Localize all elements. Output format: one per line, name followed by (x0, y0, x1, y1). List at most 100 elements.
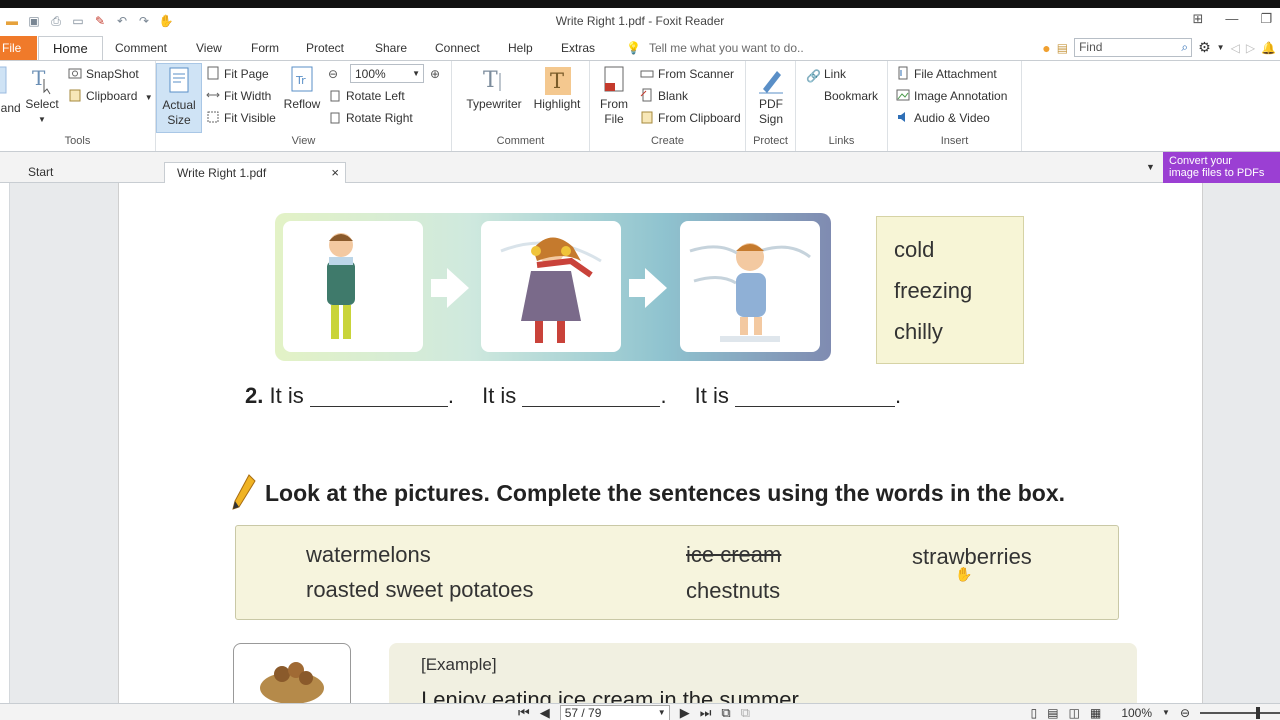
pdf-sign-button[interactable]: PDF Sign (754, 65, 788, 127)
pdf-page[interactable]: cold freezing chilly 2. It is . It is . … (118, 183, 1203, 703)
file-attachment-button[interactable]: File Attachment (896, 65, 997, 83)
example-picture (233, 643, 351, 703)
next-view-icon[interactable]: ⧉ (741, 705, 750, 720)
find-folder-icon[interactable]: ▤ (1057, 41, 1068, 55)
zoom-select[interactable]: 100% ▼ (350, 64, 424, 83)
settings-gear-icon[interactable]: ⚙ (1198, 39, 1211, 56)
shivering-boy-illustration (689, 243, 811, 342)
rotate-left-button[interactable]: Rotate Left (328, 87, 405, 105)
heart-icon[interactable]: ● (1042, 40, 1050, 56)
convert-promo-banner[interactable]: Convert your image files to PDFs (1163, 152, 1280, 184)
from-clipboard-button[interactable]: From Clipboard (640, 109, 741, 127)
next-page-icon[interactable]: ▶ (680, 705, 690, 720)
status-bar: ⏮ ◀ 57 / 79 ▼ ▶ ⏭ ⧉ ⧉ ▯ ▤ ◫ ▦ 100% ▼ ⊖ (0, 703, 1280, 720)
zoom-out-icon: ⊖ (328, 67, 339, 81)
actual-size-button[interactable]: Actual Size (156, 63, 202, 133)
link-button[interactable]: 🔗 Link (806, 65, 846, 83)
zoom-slider-thumb[interactable] (1256, 706, 1260, 719)
camera-icon (68, 68, 82, 79)
zoom-slider[interactable] (1200, 706, 1280, 719)
page-number-field[interactable]: 57 / 79 ▼ (559, 704, 670, 720)
notification-bell-icon[interactable]: 🔔 (1261, 41, 1276, 55)
answer-blank (522, 385, 661, 407)
tab-view[interactable]: View (196, 36, 222, 60)
first-page-icon[interactable]: ⏮ (518, 705, 530, 720)
back-icon[interactable]: ◁ (1231, 41, 1240, 55)
word-item: roasted sweet potatoes (306, 577, 534, 602)
previous-view-icon[interactable]: ⧉ (721, 705, 730, 720)
zoom-out-button[interactable]: ⊖ (328, 65, 338, 83)
tab-protect[interactable]: Protect (306, 36, 344, 60)
continuous-facing-view-icon[interactable]: ▦ (1090, 706, 1101, 720)
clipboard-button[interactable]: Clipboard ▼ (68, 87, 153, 105)
svg-text:T: T (483, 68, 498, 93)
group-label-view: View (291, 135, 316, 147)
fit-page-button[interactable]: Fit Page (206, 65, 269, 83)
tab-comment[interactable]: Comment (115, 36, 167, 60)
ribbon-group-comment: T Typewriter T Highlight Comment (452, 61, 590, 151)
left-nav-rail[interactable] (0, 183, 10, 703)
close-tab-icon[interactable]: × (331, 163, 339, 183)
reflow-button[interactable]: Tr Reflow (282, 65, 322, 112)
zoom-level[interactable]: 100% (1121, 706, 1152, 720)
pencil-icon (232, 474, 256, 510)
chevron-down-icon[interactable]: ▼ (1217, 43, 1225, 52)
clipboard-icon (69, 89, 81, 102)
highlight-button[interactable]: T Highlight (532, 65, 582, 112)
example-sentence: I enjoy eating ice cream in the summer. (421, 687, 804, 703)
zoom-in-button[interactable]: ⊕ (430, 65, 440, 83)
bookmark-button[interactable]: Bookmark (824, 87, 878, 105)
restore-button[interactable]: ❐ (1260, 11, 1272, 27)
continuous-view-icon[interactable]: ▤ (1047, 706, 1058, 720)
tab-form[interactable]: Form (251, 36, 279, 60)
tell-me-search[interactable]: 💡 Tell me what you want to do.. (626, 36, 804, 60)
svg-text:Tr: Tr (295, 74, 306, 87)
zoom-in-icon: ⊕ (430, 67, 441, 81)
snapshot-button[interactable]: SnapShot (68, 65, 139, 83)
image-annotation-button[interactable]: Image Annotation (896, 87, 1007, 105)
lightbulb-icon: 💡 (626, 41, 641, 55)
chevron-down-icon[interactable]: ▼ (1162, 708, 1170, 717)
group-label-insert: Insert (940, 135, 969, 147)
group-label-create: Create (650, 135, 685, 147)
blank-button[interactable]: Blank (640, 87, 688, 105)
select-button[interactable]: T Select ▼ (24, 65, 60, 127)
tab-start[interactable]: Start (20, 162, 164, 183)
file-menu[interactable]: File (0, 36, 37, 60)
chevron-down-icon: ▼ (144, 93, 153, 102)
from-file-button[interactable]: From File (596, 65, 632, 127)
single-page-view-icon[interactable]: ▯ (1031, 706, 1038, 720)
tab-share[interactable]: Share (375, 36, 407, 60)
tab-help[interactable]: Help (508, 36, 533, 60)
tab-extras[interactable]: Extras (561, 36, 595, 60)
facing-view-icon[interactable]: ◫ (1069, 706, 1080, 720)
tab-document[interactable]: Write Right 1.pdf × (164, 162, 346, 183)
tab-list-chevron-icon[interactable]: ▼ (1146, 162, 1155, 172)
search-icon[interactable]: ⌕ (1181, 39, 1188, 56)
forward-icon[interactable]: ▷ (1246, 41, 1255, 55)
from-scanner-button[interactable]: From Scanner (640, 65, 734, 83)
word-item: chilly (894, 319, 943, 344)
last-page-icon[interactable]: ⏭ (700, 705, 712, 720)
layout-icon[interactable]: ⊞ (1192, 11, 1203, 27)
tab-connect[interactable]: Connect (435, 36, 480, 60)
zoom-out-icon[interactable]: ⊖ (1180, 706, 1190, 720)
fit-visible-button[interactable]: Fit Visible (206, 109, 276, 127)
weather-picture-strip (275, 213, 831, 361)
audio-video-button[interactable]: Audio & Video (896, 109, 990, 127)
find-input[interactable]: Find ⌕ (1074, 38, 1193, 57)
minimize-button[interactable]: — (1225, 11, 1238, 27)
fit-width-button[interactable]: Fit Width (206, 87, 271, 105)
picture-boy-scarf (283, 221, 423, 352)
picture-girl-wind (481, 221, 621, 352)
rotate-right-button[interactable]: Rotate Right (328, 109, 413, 127)
document-tabs: Start Write Right 1.pdf × ▼ (0, 152, 1280, 183)
typewriter-button[interactable]: T Typewriter (464, 65, 524, 112)
zoom-controls: ▯ ▤ ◫ ▦ 100% ▼ ⊖ (1031, 704, 1280, 720)
rotate-right-icon (330, 112, 340, 124)
hand-button[interactable]: Hand (0, 65, 21, 115)
scanner-icon (640, 70, 654, 78)
page-navigation: ⏮ ◀ 57 / 79 ▼ ▶ ⏭ ⧉ ⧉ (518, 704, 750, 720)
previous-page-icon[interactable]: ◀ (540, 705, 550, 720)
tab-home[interactable]: Home (38, 36, 103, 61)
